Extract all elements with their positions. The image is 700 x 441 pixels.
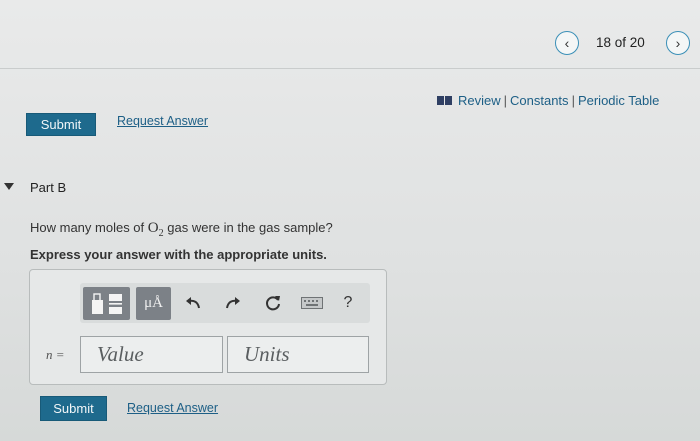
review-link[interactable]: Review <box>458 93 501 108</box>
part-b-title: Part B <box>30 180 67 195</box>
templates-icon[interactable] <box>83 287 130 320</box>
math-toolbar: μÅ ? <box>80 283 370 323</box>
question-text-end: gas were in the gas sample? <box>167 220 333 235</box>
book-icon <box>437 96 452 105</box>
help-icon[interactable]: ? <box>342 294 354 312</box>
variable-label: n = <box>46 347 65 362</box>
reset-icon[interactable] <box>263 293 283 313</box>
assignment-header: ‹ 18 of 20 › <box>0 0 700 68</box>
formula-subscript: 2 <box>158 228 164 239</box>
part-a-submit-button[interactable]: Submit <box>26 113 96 136</box>
part-a-request-answer-link[interactable]: Request Answer <box>117 114 208 128</box>
part-b-submit-button[interactable]: Submit <box>40 396 107 421</box>
chevron-left-icon: ‹ <box>564 35 570 51</box>
chemical-formula: O2 <box>147 220 164 239</box>
separator: | <box>571 93 575 108</box>
units-input[interactable] <box>227 336 369 373</box>
question-text-start: How many moles of <box>30 220 145 235</box>
question-pager: 18 of 20 <box>596 35 645 50</box>
undo-icon[interactable] <box>183 293 203 313</box>
units-icon[interactable]: μÅ <box>136 287 171 320</box>
value-input[interactable] <box>80 336 223 373</box>
previous-question-button[interactable]: ‹ <box>555 31 579 55</box>
resource-links: Review | Constants | Periodic Table <box>437 93 659 108</box>
keyboard-icon[interactable] <box>301 297 323 309</box>
chevron-right-icon: › <box>675 35 681 51</box>
formula-element: O <box>147 220 159 236</box>
redo-icon[interactable] <box>223 293 243 313</box>
separator: | <box>503 93 508 108</box>
part-b-request-answer-link[interactable]: Request Answer <box>127 401 218 415</box>
constants-link[interactable]: Constants <box>510 93 569 108</box>
question-text: How many moles of O2 gas were in the gas… <box>30 220 333 239</box>
header-divider <box>0 68 700 69</box>
collapse-arrow-icon[interactable] <box>4 183 14 190</box>
periodic-table-link[interactable]: Periodic Table <box>578 93 659 108</box>
answer-instruction: Express your answer with the appropriate… <box>30 247 327 262</box>
next-question-button[interactable]: › <box>666 31 690 55</box>
units-button-label: μÅ <box>144 295 163 311</box>
